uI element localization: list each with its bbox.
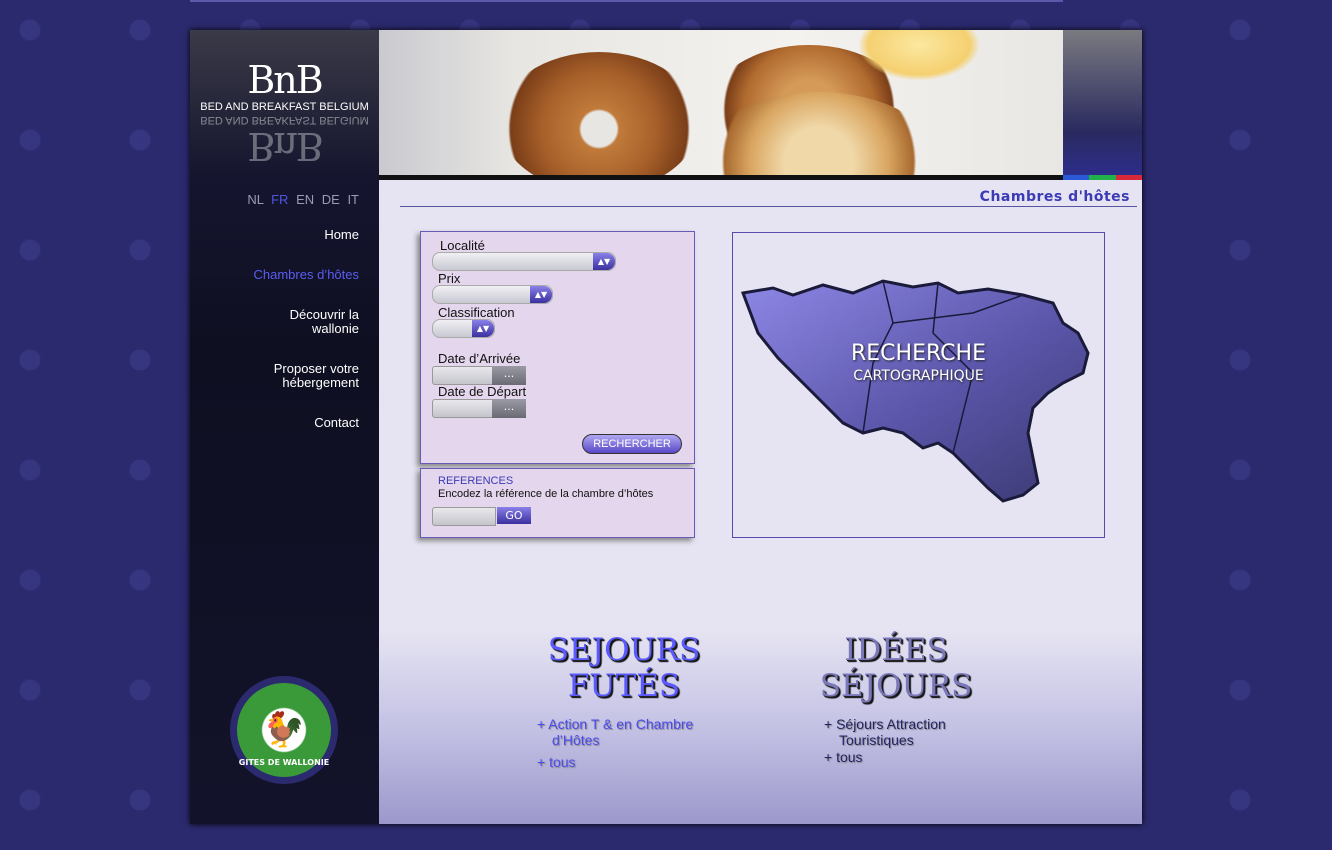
top-line xyxy=(190,0,1063,2)
nav-decouvrir-line1: Découvrir la xyxy=(289,307,359,322)
page-frame: BnB BED AND BREAKFAST BELGIUM BED AND BR… xyxy=(190,30,1142,824)
flag-green xyxy=(1089,175,1116,180)
nav-proposer-line2: hébergement xyxy=(282,375,359,390)
map-search-box[interactable]: RECHERCHE CARTOGRAPHIQUE xyxy=(732,232,1105,538)
sejours-futes-link-action-line2: d’Hôtes xyxy=(552,732,600,748)
sejours-futes-title-line2: FUTÉS xyxy=(567,668,681,704)
localite-chevron-icon: ▲▼ xyxy=(593,253,615,270)
flag-red xyxy=(1115,175,1142,180)
logo-main-reflection: BnB xyxy=(247,124,322,168)
site-logo[interactable]: BnB BED AND BREAKFAST BELGIUM BED AND BR… xyxy=(190,30,379,175)
header-banner-image xyxy=(379,30,1063,175)
idees-sejours-title: IDÉES SÉJOURS xyxy=(812,632,980,704)
nav-contact[interactable]: Contact xyxy=(314,416,359,430)
flag-bar xyxy=(1063,175,1142,180)
classification-select[interactable]: ▲▼ xyxy=(432,319,495,338)
classification-chevron-icon: ▲▼ xyxy=(472,320,494,337)
header-divider xyxy=(379,175,1063,180)
sejours-futes-link-action[interactable]: + Action T & en Chambre d’Hôtes xyxy=(537,716,693,748)
idees-sejours-link-attraction-line1: + Séjours Attraction xyxy=(824,716,946,732)
references-title: REFERENCES xyxy=(438,475,514,487)
prix-chevron-icon: ▲▼ xyxy=(530,286,552,303)
lang-it[interactable]: IT xyxy=(347,192,359,207)
go-button[interactable]: GO xyxy=(497,507,531,524)
localite-select[interactable]: ▲▼ xyxy=(432,252,616,271)
classification-label: Classification xyxy=(438,305,515,320)
nav-proposer-line1: Proposer votre xyxy=(273,361,359,376)
belgium-map-icon xyxy=(740,279,1090,503)
rooster-icon: 🐓 xyxy=(262,710,306,750)
nav-decouvrir-line2: wallonie xyxy=(312,321,359,336)
depart-date-picker-button[interactable]: ... xyxy=(492,399,526,418)
arrivee-date-field[interactable]: ... xyxy=(432,366,526,385)
lang-de[interactable]: DE xyxy=(322,192,340,207)
header-side-panel xyxy=(1063,30,1142,175)
idees-sejours-link-attraction-line2: Touristiques xyxy=(839,732,914,748)
idees-sejours-link-attraction[interactable]: + Séjours Attraction Touristiques xyxy=(824,716,946,748)
lang-en[interactable]: EN xyxy=(296,192,314,207)
search-button[interactable]: RECHERCHER xyxy=(582,434,682,454)
sejours-futes-title: SEJOURS FUTÉS xyxy=(540,632,708,704)
search-panel: Localité ▲▼ Prix ▲▼ Classification ▲▼ Da… xyxy=(420,231,695,464)
page-title: Chambres d'hôtes xyxy=(979,189,1130,205)
idees-sejours-title-line1: IDÉES xyxy=(844,632,948,668)
map-title-line1: RECHERCHE xyxy=(851,341,986,366)
map-title-line2: CARTOGRAPHIQUE xyxy=(853,368,984,384)
lang-fr[interactable]: FR xyxy=(271,192,288,207)
references-hint: Encodez la référence de la chambre d’hôt… xyxy=(438,488,654,500)
arrivee-date-picker-button[interactable]: ... xyxy=(492,366,526,385)
depart-date-field[interactable]: ... xyxy=(432,399,526,418)
lang-nl[interactable]: NL xyxy=(247,192,263,207)
title-divider xyxy=(400,206,1137,207)
prix-label: Prix xyxy=(438,271,461,286)
arrivee-label: Date d’Arrivée xyxy=(438,351,521,366)
logo-main: BnB xyxy=(247,58,323,102)
gites-badge: 🐓 GITES DE WALLONIE xyxy=(237,683,331,777)
nav-decouvrir[interactable]: Découvrir la wallonie xyxy=(290,308,359,336)
flag-blue xyxy=(1063,175,1090,180)
nav-proposer[interactable]: Proposer votre hébergement xyxy=(274,362,359,390)
logo-subtitle: BED AND BREAKFAST BELGIUM xyxy=(200,101,369,113)
gites-de-wallonie-logo[interactable]: 🐓 GITES DE WALLONIE xyxy=(230,676,338,784)
idees-sejours-title-line2: SÉJOURS xyxy=(819,668,973,704)
language-switcher: NL FR EN DE IT xyxy=(243,192,359,207)
depart-label: Date de Départ xyxy=(438,384,527,399)
gites-text: GITES DE WALLONIE xyxy=(238,758,330,767)
references-panel: REFERENCES Encodez la référence de la ch… xyxy=(420,468,695,538)
sejours-futes-link-tous[interactable]: + tous xyxy=(537,754,576,770)
bagel-image xyxy=(499,52,699,175)
reference-input[interactable] xyxy=(432,507,496,526)
nav-chambres[interactable]: Chambres d’hôtes xyxy=(254,268,360,282)
sejours-futes-link-action-line1: + Action T & en Chambre xyxy=(537,716,694,732)
localite-label: Localité xyxy=(440,238,485,253)
sidebar: BnB BED AND BREAKFAST BELGIUM BED AND BR… xyxy=(190,30,379,824)
sejours-futes-title-line1: SEJOURS xyxy=(547,632,701,668)
nav-home[interactable]: Home xyxy=(324,228,359,242)
idees-sejours-link-tous[interactable]: + tous xyxy=(824,749,863,765)
prix-select[interactable]: ▲▼ xyxy=(432,285,553,304)
bottom-section xyxy=(379,630,1142,824)
